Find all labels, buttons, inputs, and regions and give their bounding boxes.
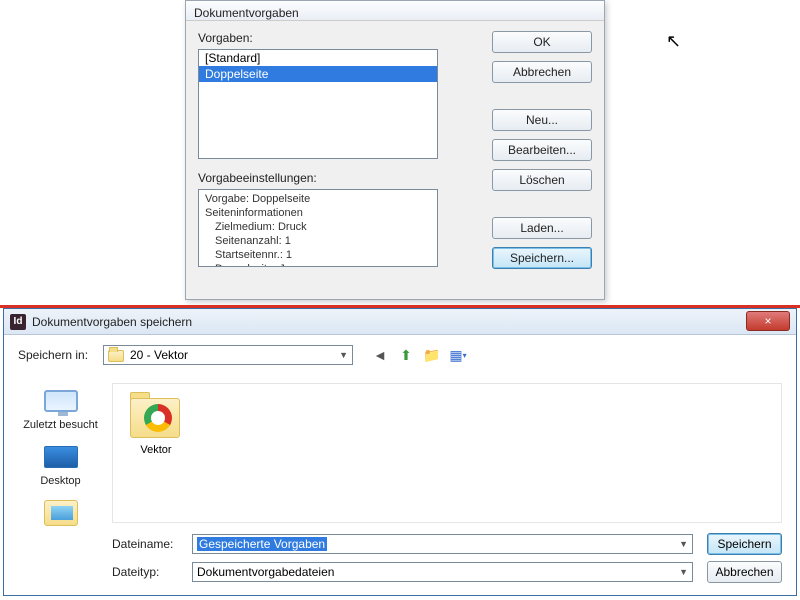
folder-label: Vektor xyxy=(121,444,191,456)
place-desktop[interactable]: Desktop xyxy=(18,441,103,487)
save-in-combo[interactable]: 20 - Vektor ▼ xyxy=(103,345,353,365)
save-dialog-titlebar[interactable]: Id Dokumentvorgaben speichern × xyxy=(4,309,796,335)
app-icon: Id xyxy=(10,314,26,330)
place-recent[interactable]: Zuletzt besucht xyxy=(18,385,103,431)
filename-label: Dateiname: xyxy=(112,537,192,551)
up-icon[interactable]: ⬆ xyxy=(397,346,415,364)
filename-combo[interactable]: Gespeicherte Vorgaben ▼ xyxy=(192,534,693,554)
desktop-icon xyxy=(44,446,78,468)
save-button[interactable]: Speichern... xyxy=(492,247,592,269)
view-menu-icon[interactable]: ▦▾ xyxy=(449,346,467,364)
setting-line: Vorgabe: Doppelseite xyxy=(205,192,431,206)
save-dialog: Id Dokumentvorgaben speichern × Speicher… xyxy=(3,308,797,596)
load-button[interactable]: Laden... xyxy=(492,217,592,239)
folder-item[interactable]: Vektor xyxy=(121,392,191,456)
new-folder-icon[interactable]: 📁 xyxy=(423,346,441,364)
filetype-label: Dateityp: xyxy=(112,565,192,579)
back-icon[interactable]: ◄ xyxy=(371,346,389,364)
setting-line: Startseitennr.: 1 xyxy=(205,248,431,262)
setting-line: Zielmedium: Druck xyxy=(205,220,431,234)
filetype-value: Dokumentvorgabedateien xyxy=(197,565,334,579)
save-dialog-title: Dokumentvorgaben speichern xyxy=(32,315,192,329)
button-column: OK Abbrechen Neu... Bearbeiten... Lösche… xyxy=(492,31,592,277)
setting-line: Seiteninformationen xyxy=(205,206,431,220)
settings-textbox[interactable]: Vorgabe: Doppelseite Seiteninformationen… xyxy=(198,189,438,267)
dialog-title: Dokumentvorgaben xyxy=(186,1,604,21)
document-presets-dialog: Dokumentvorgaben Vorgaben: [Standard] Do… xyxy=(185,0,605,300)
places-bar: Zuletzt besucht Desktop xyxy=(18,385,103,539)
chrome-icon xyxy=(144,404,172,432)
cancel-file-button[interactable]: Abbrechen xyxy=(707,561,782,583)
folder-icon xyxy=(108,350,124,362)
libraries-icon xyxy=(44,500,78,526)
new-button[interactable]: Neu... xyxy=(492,109,592,131)
save-in-label: Speichern in: xyxy=(18,348,103,362)
recent-icon xyxy=(44,390,78,412)
file-area[interactable]: Vektor xyxy=(112,383,782,523)
filename-value: Gespeicherte Vorgaben xyxy=(197,537,327,551)
setting-line: Doppelseite: Ja xyxy=(205,262,431,267)
place-label: Desktop xyxy=(18,475,103,487)
place-libraries[interactable] xyxy=(18,497,103,529)
edit-button[interactable]: Bearbeiten... xyxy=(492,139,592,161)
save-file-button[interactable]: Speichern xyxy=(707,533,782,555)
chevron-down-icon: ▼ xyxy=(339,350,348,360)
delete-button[interactable]: Löschen xyxy=(492,169,592,191)
close-button[interactable]: × xyxy=(746,311,790,331)
toolbar: ◄ ⬆ 📁 ▦▾ xyxy=(371,346,467,364)
preset-item[interactable]: [Standard] xyxy=(199,50,437,66)
preset-item-selected[interactable]: Doppelseite xyxy=(199,66,437,82)
save-in-value: 20 - Vektor xyxy=(130,348,188,362)
setting-line: Seitenanzahl: 1 xyxy=(205,234,431,248)
cancel-button[interactable]: Abbrechen xyxy=(492,61,592,83)
presets-listbox[interactable]: [Standard] Doppelseite xyxy=(198,49,438,159)
filetype-combo[interactable]: Dokumentvorgabedateien ▼ xyxy=(192,562,693,582)
chevron-down-icon: ▼ xyxy=(679,567,688,577)
chevron-down-icon: ▼ xyxy=(679,539,688,549)
folder-icon xyxy=(126,392,186,440)
ok-button[interactable]: OK xyxy=(492,31,592,53)
place-label: Zuletzt besucht xyxy=(18,419,103,431)
